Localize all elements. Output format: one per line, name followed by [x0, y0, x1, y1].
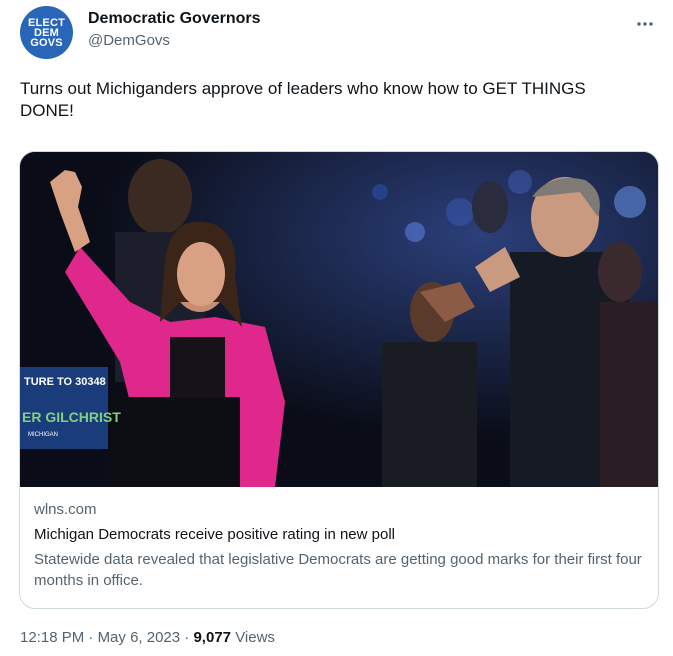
link-card[interactable]: TURE TO 30348 ER GILCHRIST MICHIGAN wlns… [19, 151, 659, 609]
card-domain: wlns.com [34, 501, 97, 518]
tweet-date[interactable]: May 6, 2023 [98, 629, 181, 646]
card-description: Statewide data revealed that legislative… [34, 551, 642, 589]
views-count[interactable]: 9,077 [193, 629, 231, 646]
handle[interactable]: @DemGovs [88, 32, 261, 49]
sign-line3: MICHIGAN [28, 432, 58, 438]
tweet-header: ELECT DEM GOVS Democratic Governors @Dem… [20, 6, 663, 66]
card-body[interactable]: wlns.com Michigan Democrats receive posi… [20, 487, 658, 605]
sign-line2: ER GILCHRIST [22, 409, 121, 425]
meta-separator: · [88, 629, 98, 646]
card-photo[interactable]: TURE TO 30348 ER GILCHRIST MICHIGAN [20, 152, 658, 487]
display-name[interactable]: Democratic Governors [88, 10, 261, 28]
author-names: Democratic Governors @DemGovs [88, 10, 261, 49]
tweet-text: Turns out Michiganders approve of leader… [20, 79, 586, 120]
card-title[interactable]: Michigan Democrats receive positive rati… [34, 526, 646, 543]
views-label: Views [235, 629, 275, 646]
avatar-text-line1: ELECT [27, 16, 66, 29]
avatar-text-line2: DEM [33, 26, 60, 39]
sign-line1: TURE TO 30348 [24, 376, 106, 388]
tweet-meta: 12:18 PM · May 6, 2023 · 9,077 Views [20, 629, 275, 646]
avatar[interactable]: ELECT DEM GOVS [20, 6, 73, 59]
tweet-time[interactable]: 12:18 PM [20, 629, 84, 646]
more-options-icon[interactable] [633, 12, 657, 36]
avatar-text-line3: GOVS [30, 36, 63, 49]
